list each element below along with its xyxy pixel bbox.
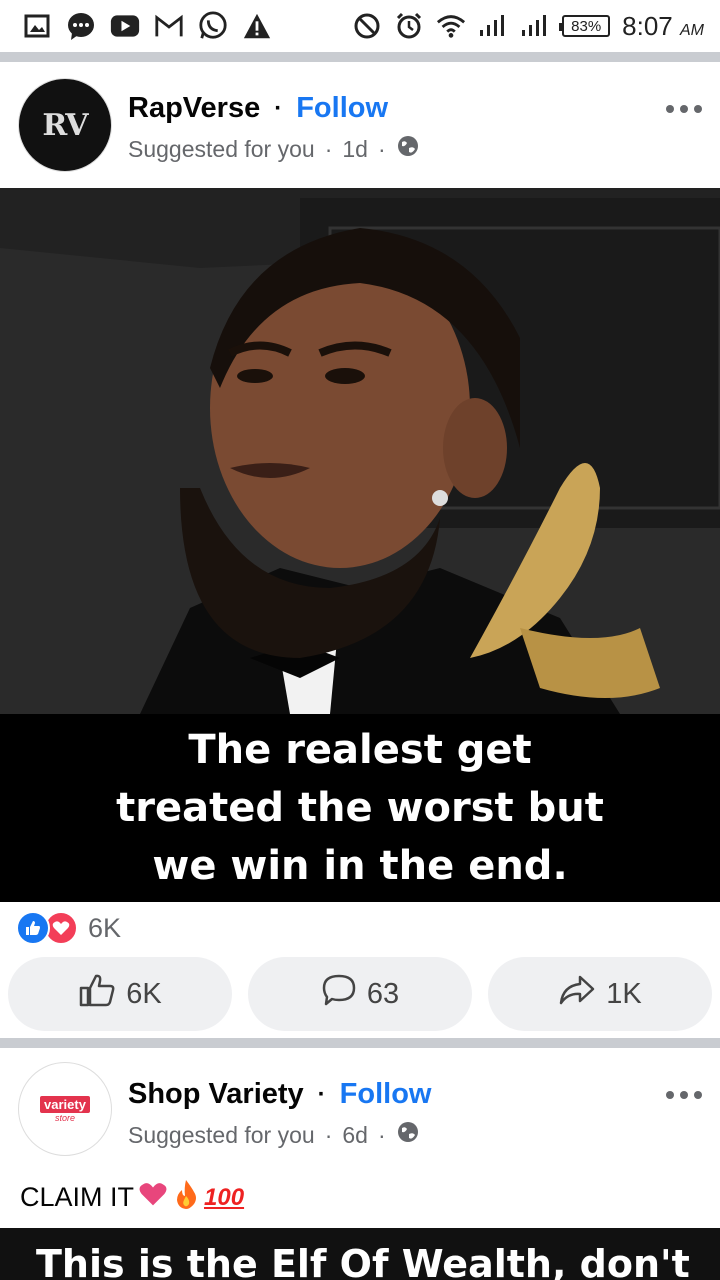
heart-icon [138,1181,168,1214]
more-icon[interactable] [666,1090,702,1100]
separator-dot: · [377,1121,386,1148]
globe-icon [396,134,420,164]
gallery-icon [22,11,52,41]
feed-divider [0,1038,720,1048]
comment-button[interactable]: 63 [248,957,472,1031]
avatar[interactable]: variety store [18,1062,112,1156]
post-text: CLAIM IT 100 [20,1178,244,1217]
post-header: variety store Shop Variety · Follow Sugg… [0,1048,720,1168]
reaction-summary[interactable]: 6K [16,908,121,948]
follow-button[interactable]: Follow [340,1078,432,1111]
page-name[interactable]: RapVerse [128,92,260,125]
post-age[interactable]: 6d [342,1122,368,1149]
share-button[interactable]: 1K [488,957,712,1031]
like-count: 6K [126,977,162,1010]
comment-icon [321,973,357,1015]
post-age[interactable]: 1d [342,136,368,163]
more-icon[interactable] [666,104,702,114]
suggested-label: Suggested for you [128,135,315,162]
youtube-icon [110,11,140,41]
image-caption-band: The realest get treated the worst but we… [0,714,720,902]
signal-icon [520,11,550,41]
page-name[interactable]: Shop Variety [128,1078,304,1111]
wifi-icon [436,11,466,41]
gmail-icon [154,11,184,41]
like-icon [78,972,116,1016]
globe-icon [396,1120,420,1150]
like-reaction-icon [16,911,50,945]
dnd-icon [352,11,382,41]
signal-icon [478,11,508,41]
suggested-label: Suggested for you [128,1121,315,1148]
reaction-count: 6K [88,912,122,943]
feed-divider [0,52,720,62]
separator-dot: · [377,135,386,162]
post-image[interactable]: The realest get treated the worst but we… [0,188,720,902]
separator-dot: · [274,94,283,122]
fire-icon [172,1178,200,1217]
alarm-icon [394,11,424,41]
warning-icon [242,11,272,41]
status-bar: 83% 8:07 AM [0,0,720,52]
separator-dot: · [317,1080,326,1108]
messenger-icon [66,11,96,41]
post-image[interactable]: This is the Elf Of Wealth, don't [0,1228,720,1280]
comment-count: 63 [366,977,400,1010]
avatar[interactable]: RV [18,78,112,172]
image-caption-text: The realest get treated the worst but we… [116,727,604,889]
like-button[interactable]: 6K [8,957,232,1031]
follow-button[interactable]: Follow [296,92,388,125]
avatar-logo-text: RV [42,107,88,143]
avatar-logo-subtext: store [54,1112,75,1123]
share-icon [558,973,596,1015]
battery-indicator: 83% [559,15,611,37]
separator-dot: · [324,135,333,162]
avatar-logo-text: variety [40,1095,90,1113]
post-body-text: CLAIM IT [20,1182,135,1212]
post-actions: 6K 63 1K [8,957,712,1031]
photo-illustration [0,188,720,714]
image-caption-text: This is the Elf Of Wealth, don't [36,1242,690,1280]
post-header: RV RapVerse · Follow Suggested for you ·… [0,62,720,182]
separator-dot: · [324,1121,333,1148]
share-count: 1K [606,977,642,1010]
clock: 8:07 AM [622,10,704,41]
whatsapp-icon [198,11,228,41]
hundred-emoji: 100 [204,1183,245,1211]
